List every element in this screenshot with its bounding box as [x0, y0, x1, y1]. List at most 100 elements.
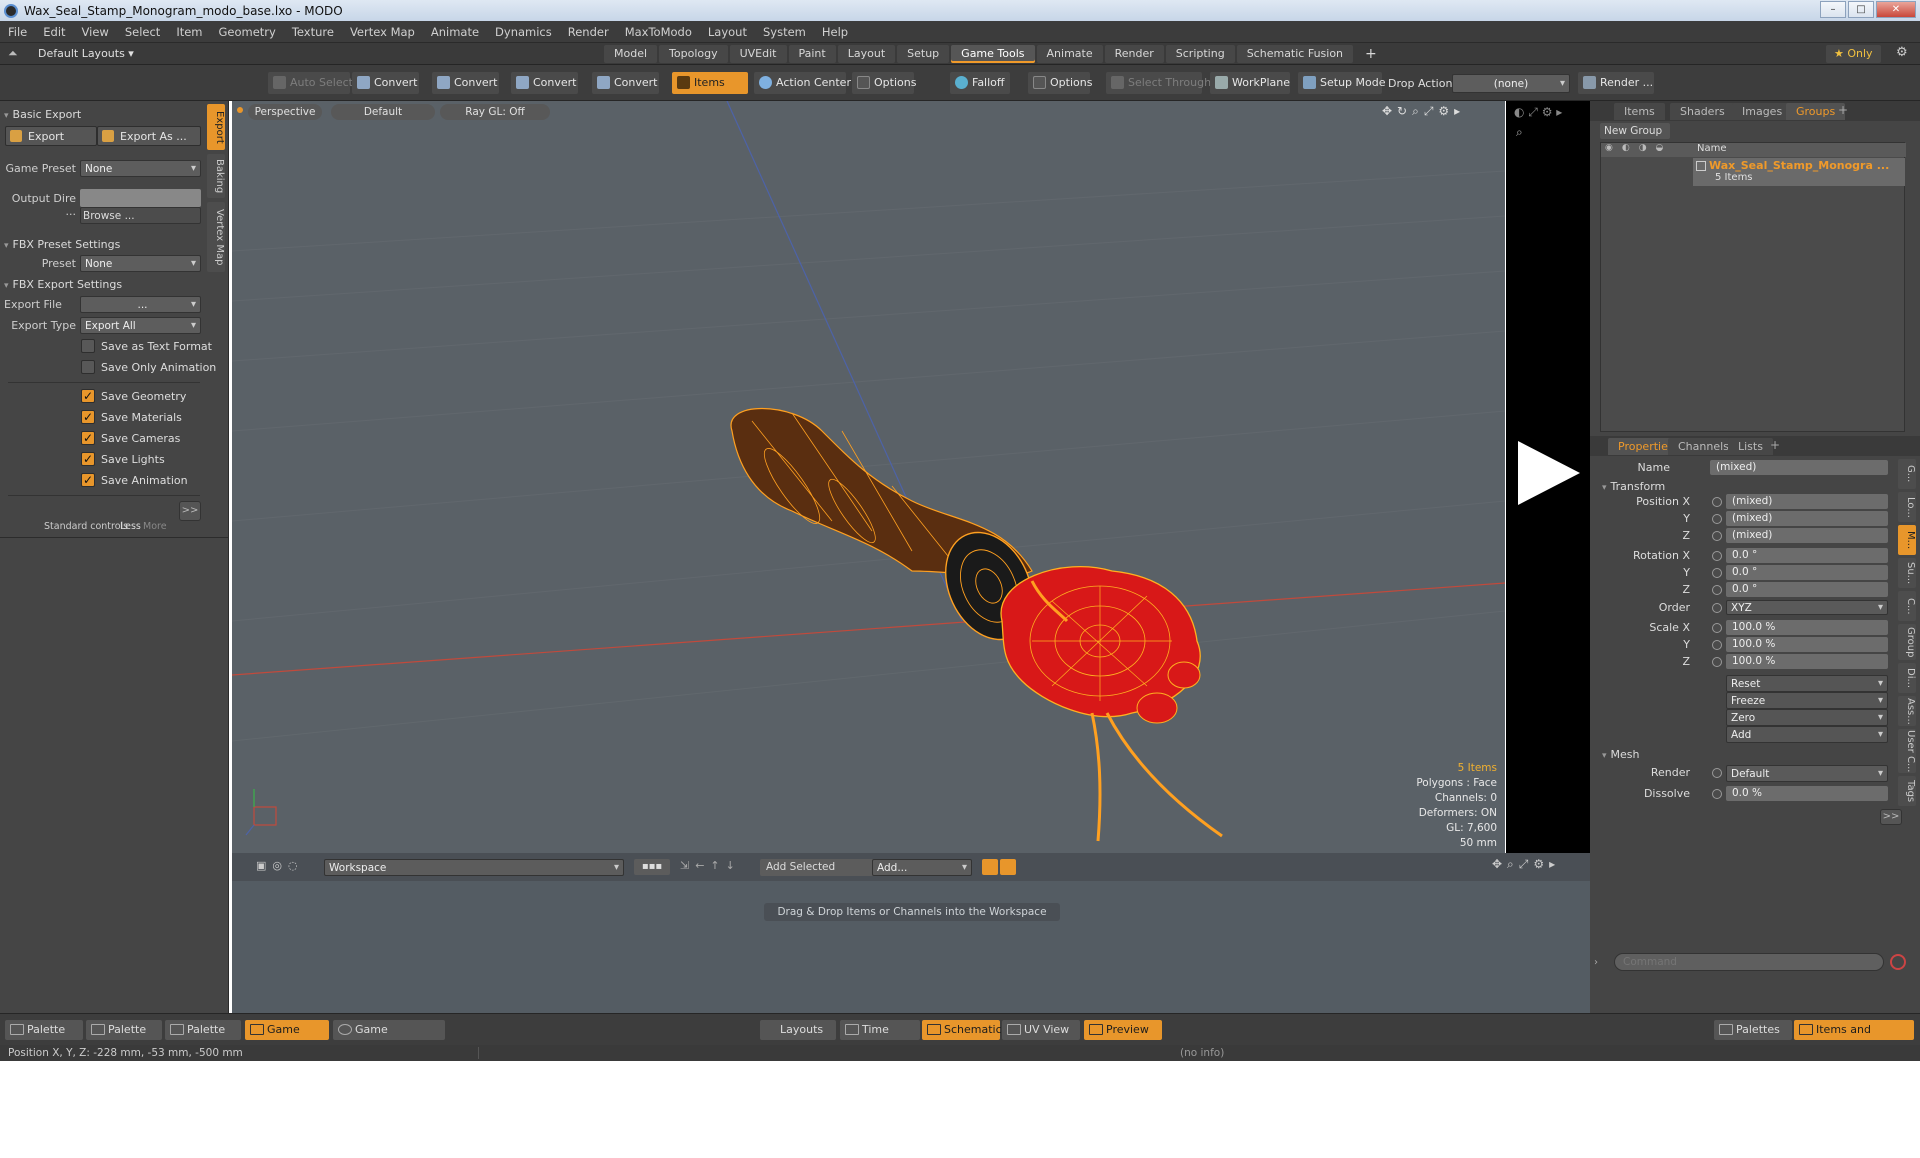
add-tab-icon[interactable]: +	[1770, 438, 1780, 452]
side-tab-group[interactable]: Group	[1898, 624, 1916, 660]
rotation-z-keyframe[interactable]	[1712, 585, 1722, 595]
gear-icon[interactable]: ⚙	[1896, 45, 1908, 60]
falloff-options-button[interactable]: Options	[1028, 72, 1092, 94]
export-button[interactable]: Export	[5, 126, 97, 146]
menu-help[interactable]: Help	[814, 25, 856, 39]
group-row[interactable]: Wax_Seal_Stamp_Monogra ... 5 Items	[1693, 158, 1905, 186]
game-tools-button[interactable]: Game Tools	[245, 1020, 329, 1056]
layout-selector[interactable]: Default Layouts ▾	[38, 47, 134, 60]
tab-images[interactable]: Images	[1732, 103, 1793, 120]
menu-system[interactable]: System	[755, 25, 814, 39]
side-tab-user-c[interactable]: User C...	[1898, 729, 1916, 773]
preview-toolbar-icons[interactable]: ◐ ⤢ ⚙ ▸	[1514, 105, 1562, 120]
zero-dropdown[interactable]: Zero	[1726, 709, 1888, 726]
order-dropdown[interactable]: XYZ	[1726, 600, 1888, 615]
tab-setup[interactable]: Setup	[897, 45, 950, 63]
tab-model[interactable]: Model	[604, 45, 658, 63]
name-field[interactable]: (mixed)	[1710, 460, 1888, 475]
scale-x-keyframe[interactable]	[1712, 623, 1722, 633]
render-keyframe[interactable]	[1712, 768, 1722, 778]
position-z-field[interactable]: (mixed)	[1726, 528, 1888, 543]
schematic-button[interactable]: Schematic	[922, 1020, 1002, 1040]
schematic-color-icon[interactable]	[1000, 859, 1016, 875]
add-dropdown[interactable]: Add...	[872, 859, 972, 876]
grid-layout-icon[interactable]: ▪▪▪	[634, 859, 670, 875]
minimize-button[interactable]: –	[1820, 1, 1846, 18]
schematic-arrow-icons[interactable]: ⇲←↑↓	[680, 859, 750, 875]
save-only-animation-checkbox[interactable]	[81, 360, 95, 374]
side-tab-lo[interactable]: Lo...	[1898, 492, 1916, 522]
items-and-shading-button[interactable]: Items and Shading	[1794, 1020, 1914, 1056]
convert-materials-button[interactable]: Convert	[592, 72, 659, 94]
palettes-button[interactable]: Palettes	[1714, 1020, 1792, 1040]
scale-y-keyframe[interactable]	[1712, 640, 1722, 650]
rotation-y-keyframe[interactable]	[1712, 568, 1722, 578]
convert-edges-button[interactable]: Convert	[432, 72, 499, 94]
menu-geometry[interactable]: Geometry	[211, 25, 284, 39]
falloff-button[interactable]: Falloff	[950, 72, 1010, 94]
select-through-button[interactable]: Select Through	[1106, 72, 1211, 94]
schematic-tool-icons[interactable]: ▣◎◌	[256, 859, 304, 872]
save-as-text-format-checkbox[interactable]	[81, 339, 95, 353]
game-navigation-button[interactable]: Game Navigation	[333, 1020, 445, 1056]
menu-dynamics[interactable]: Dynamics	[487, 25, 560, 39]
maximize-button[interactable]: □	[1848, 1, 1874, 18]
position-z-keyframe[interactable]	[1712, 531, 1722, 541]
tab-uvedit[interactable]: UVEdit	[729, 45, 787, 63]
vtab-export[interactable]: Export	[207, 104, 225, 150]
tab-scripting[interactable]: Scripting	[1165, 45, 1235, 63]
add-dropdown[interactable]: Add	[1726, 726, 1888, 743]
tab-shaders[interactable]: Shaders	[1670, 103, 1735, 120]
new-group-button[interactable]: New Group	[1600, 123, 1670, 139]
scale-z-keyframe[interactable]	[1712, 657, 1722, 667]
render-button[interactable]: Render ...	[1578, 72, 1654, 94]
record-icon[interactable]	[1890, 954, 1906, 970]
menu-select[interactable]: Select	[117, 25, 168, 39]
save-geometry-checkbox[interactable]: ✓	[81, 389, 95, 403]
scale-y-field[interactable]: 100.0 %	[1726, 637, 1888, 652]
save-cameras-checkbox[interactable]: ✓	[81, 431, 95, 445]
position-x-field[interactable]: (mixed)	[1726, 494, 1888, 509]
3d-viewport[interactable]: Perspective Default Ray GL: Off ✥↻⌕⤢⚙▸ 5…	[232, 101, 1505, 853]
preview-zoom-icon[interactable]: ⌕	[1516, 125, 1523, 140]
viewport-nav-icons[interactable]: ✥↻⌕⤢⚙▸	[1382, 104, 1465, 119]
menu-vertex-map[interactable]: Vertex Map	[342, 25, 423, 39]
tab-topology[interactable]: Topology	[659, 45, 728, 63]
time-button[interactable]: Time	[840, 1020, 920, 1040]
convert-vertices-button[interactable]: Convert	[352, 72, 419, 94]
add-tab-icon[interactable]: +	[1838, 103, 1848, 117]
side-tab-m[interactable]: M...	[1898, 525, 1916, 555]
palette-button-2[interactable]: Palette	[86, 1020, 162, 1040]
dissolve-keyframe[interactable]	[1712, 789, 1722, 799]
scale-x-field[interactable]: 100.0 %	[1726, 620, 1888, 635]
menu-item[interactable]: Item	[168, 25, 210, 39]
add-tab-button[interactable]: +	[1355, 45, 1387, 63]
side-tab-su[interactable]: Su...	[1898, 558, 1916, 588]
uv-view-button[interactable]: UV View	[1002, 1020, 1080, 1040]
position-y-field[interactable]: (mixed)	[1726, 511, 1888, 526]
setup-mode-button[interactable]: Setup Mode	[1298, 72, 1385, 94]
preview-button[interactable]: Preview	[1084, 1020, 1162, 1040]
menu-maxtomodo[interactable]: MaxToModo	[617, 25, 700, 39]
side-tab-tags[interactable]: Tags	[1898, 776, 1916, 806]
order-keyframe[interactable]	[1712, 603, 1722, 613]
vtab-baking[interactable]: Baking	[207, 154, 225, 198]
basic-export-section[interactable]: Basic Export	[4, 106, 200, 124]
save-animation-checkbox[interactable]: ✓	[81, 473, 95, 487]
freeze-dropdown[interactable]: Freeze	[1726, 692, 1888, 709]
output-dir-field[interactable]	[80, 189, 201, 207]
action-center-button[interactable]: Action Center	[754, 72, 851, 94]
dissolve-field[interactable]: 0.0 %	[1726, 786, 1888, 801]
tab-items[interactable]: Items	[1614, 103, 1665, 120]
rotation-x-field[interactable]: 0.0 °	[1726, 548, 1888, 563]
side-tab-c[interactable]: C...	[1898, 591, 1916, 621]
render-dropdown[interactable]: Default	[1726, 765, 1888, 782]
menu-file[interactable]: File	[0, 25, 35, 39]
schematic-color-icon[interactable]	[982, 859, 998, 875]
drop-action-dropdown[interactable]: (none)	[1452, 74, 1570, 93]
mesh-section[interactable]: Mesh	[1602, 746, 1798, 764]
play-icon[interactable]	[1516, 439, 1582, 507]
convert-polygons-button[interactable]: Convert	[511, 72, 578, 94]
options-button[interactable]: Options	[852, 72, 916, 94]
workspace-dropdown[interactable]: Workspace	[324, 859, 624, 876]
